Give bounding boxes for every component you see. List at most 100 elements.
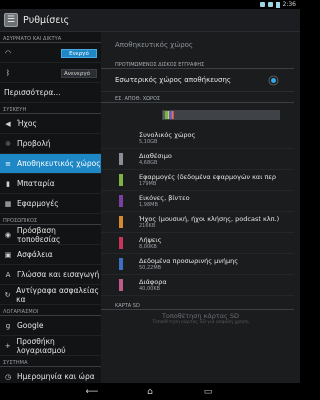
storage-usage-bar [162, 110, 280, 120]
storage-row-text: Διάφορα 40,00KB [139, 278, 167, 293]
storage-label: Ήχος (μουσική, ήχοι κλήσης, podcast κλπ.… [139, 214, 280, 223]
section-header: ΛΟΓΑΡΙΑΣΜΟΙ [0, 305, 101, 316]
storage-value: 8,00KB [139, 243, 157, 250]
usage-free-segment [174, 111, 279, 119]
page-title: Αποθηκευτικός χώρος [115, 41, 194, 49]
sidebar-item[interactable]: Περισσότερα... [0, 83, 101, 103]
sidebar-item[interactable]: ◉ Πρόσβαση τοποθεσίας [0, 225, 101, 245]
storage-row[interactable]: Διάφορα 40,00KB [101, 275, 294, 296]
sidebar-item[interactable]: g Google [0, 316, 101, 336]
sidebar-item[interactable]: ◠ Ενεργό [0, 43, 101, 63]
storage-label: Διαθέσιμο [139, 151, 172, 160]
default-disk-header: ΠΡΟΤΙΜΩΜΕΝΟΣ ΔΙΣΚΟΣ ΕΓΓΡΑΦΗΣ [101, 58, 294, 69]
storage-row-text: Εφαρμογές (δεδομένα εφαρμογών και περ 179… [139, 173, 276, 188]
storage-value: 1,98MB [139, 201, 158, 208]
storage-label: Εφαρμογές (δεδομένα εφαρμογών και περ [139, 172, 277, 181]
status-bar: 2:36 [0, 0, 300, 9]
sidebar-item-label: Προβολή [17, 139, 51, 148]
storage-row-text: Συνολικός χώρος 5,10GB [139, 131, 195, 146]
clock-icon: ◷ [4, 372, 12, 381]
sidebar-item[interactable]: ☼ Προβολή [0, 134, 101, 154]
storage-row-text: Δεδομένα προσωρινής μνήμης 50,22MB [139, 257, 238, 272]
sidebar-item[interactable]: ▣ Ασφάλεια [0, 245, 101, 265]
sidebar-item-label: Ασφάλεια [17, 250, 53, 259]
sidebar-item-label: Προσθήκη λογαριασμού [16, 336, 66, 355]
sidebar-item[interactable]: ≡ Αποθηκευτικός χώρος [0, 154, 101, 174]
settings-sidebar: ΑΣΥΡΜΑΤΟ ΚΑΙ ΔΙΚΤΥΑ ◠ Ενεργό ᛒ Ανενεργό Περισ… [0, 32, 101, 383]
sidebar-item[interactable]: ᛒ Ανενεργό [0, 63, 101, 83]
mount-sd-title: Τοποθέτηση κάρτας SD [161, 311, 240, 320]
storage-row-text: Λήψεις 8,00KB [139, 236, 161, 251]
storage-label: Συνολικός χώρος [139, 130, 196, 139]
storage-icon: ≡ [5, 159, 11, 168]
sidebar-item-label: Πρόσβαση τοποθεσίας [16, 225, 61, 244]
sidebar-item[interactable]: ◀ Ήχος [0, 114, 101, 134]
recents-button[interactable]: ▭ [201, 387, 215, 397]
sidebar-item-label: Περισσότερα... [4, 88, 61, 97]
settings-app-icon[interactable]: ☰ [4, 13, 18, 27]
default-disk-label: Εσωτερικός χώρος αποθήκευσης [115, 76, 232, 84]
google-icon: g [5, 321, 11, 330]
sidebar-item[interactable]: ▦ Εφαρμογές [0, 194, 101, 214]
section-header: ΠΡΟΣΩΠΙΚΟΣ [0, 214, 101, 225]
storage-label: Δεδομένα προσωρινής μνήμης [139, 256, 239, 265]
storage-row[interactable]: Δεδομένα προσωρινής μνήμης 50,22MB [101, 254, 294, 275]
storage-label: Διάφορα [139, 277, 167, 286]
toggle-switch[interactable]: Ενεργό [61, 49, 97, 58]
back-button[interactable]: ⟵ [85, 387, 99, 397]
sidebar-item-label: Ήχος [17, 119, 37, 128]
color-swatch [119, 258, 123, 270]
clock-text: 2:36 [282, 1, 296, 8]
language-icon: A [5, 270, 11, 279]
sidebar-item[interactable]: + Προσθήκη λογαριασμού [0, 336, 101, 356]
storage-list: Συνολικός χώρος 5,10GB Διαθέσιμο 4,68GB Εφαρ… [101, 128, 300, 296]
storage-value: 40,00KB [139, 285, 161, 292]
storage-row[interactable]: Εικόνες, βίντεο 1,98MB [101, 191, 294, 212]
storage-value: 50,22MB [139, 264, 162, 271]
storage-value: 216KB [139, 222, 156, 229]
storage-label: Εικόνες, βίντεο [139, 193, 190, 202]
mount-sd-button[interactable]: Τοποθέτηση κάρτας SD Τοποθέτηση κάρτας S… [101, 310, 300, 326]
storage-value: 4,68GB [139, 159, 158, 166]
sidebar-item-label: Αποθηκευτικός χώρος [17, 159, 101, 168]
section-header: ΑΣΥΡΜΑΤΟ ΚΑΙ ΔΙΚΤΥΑ [0, 32, 101, 43]
internal-storage-header: ΕΣ. ΑΠΟΘ. ΧΩΡΟΣ [101, 92, 294, 103]
storage-row[interactable]: Εφαρμογές (δεδομένα εφαρμογών και περ 179… [101, 170, 294, 191]
storage-pane: Αποθηκευτικός χώρος ΠΡΟΤΙΜΩΜΕΝΟΣ ΔΙΣΚΟΣ … [101, 32, 300, 383]
color-swatch [119, 153, 123, 165]
sidebar-item-label: Google [17, 321, 44, 330]
sidebar-item-label: Αντίγραφα ασφαλείας κα [16, 285, 99, 304]
sidebar-item-label: Ημερομηνία και ώρα [17, 372, 95, 381]
storage-row: Συνολικός χώρος 5,10GB [101, 128, 294, 149]
wifi-icon: ◠ [4, 48, 12, 57]
storage-row[interactable]: Λήψεις 8,00KB [101, 233, 294, 254]
wifi-signal-icon [267, 2, 273, 7]
section-header: ΣΥΣΚΕΥΗ [0, 103, 101, 114]
storage-row[interactable]: Διαθέσιμο 4,68GB [101, 149, 294, 170]
sidebar-item[interactable]: ↻ Αντίγραφα ασφαλείας κα [0, 285, 101, 305]
sidebar-item[interactable]: ▮ Μπαταρία [0, 174, 101, 194]
color-swatch [119, 279, 123, 291]
color-swatch [119, 132, 123, 144]
app-title: Ρυθμίσεις [23, 14, 70, 26]
home-button[interactable]: ⌂ [143, 387, 157, 397]
radio-selected-icon[interactable] [271, 78, 276, 83]
display-icon: ☼ [4, 139, 12, 148]
storage-row[interactable]: Ήχος (μουσική, ήχοι κλήσης, podcast κλπ.… [101, 212, 294, 233]
action-bar: ☰ Ρυθμίσεις [0, 9, 300, 32]
storage-row-text: Διαθέσιμο 4,68GB [139, 152, 172, 167]
storage-value: 179MB [139, 180, 157, 187]
add-icon: + [4, 341, 11, 350]
navigation-bar: ⟵ ⌂ ▭ [0, 383, 300, 400]
color-swatch [119, 216, 123, 228]
color-swatch [119, 174, 123, 186]
battery-icon: ▮ [6, 179, 10, 188]
section-header: ΣΥΣΤΗΜΑ [0, 356, 101, 367]
toggle-switch[interactable]: Ανενεργό [61, 69, 97, 78]
sidebar-item[interactable]: A Γλώσσα και εισαγωγή [0, 265, 101, 285]
mount-sd-subtitle: Τοποθέτηση κάρτας SD για ασφαλή χρήση [152, 319, 249, 325]
sound-icon: ◀ [5, 119, 11, 128]
storage-label: Λήψεις [139, 235, 162, 244]
default-disk-option[interactable]: Εσωτερικός χώρος αποθήκευσης [101, 69, 294, 92]
sidebar-item[interactable]: ◷ Ημερομηνία και ώρα [0, 367, 101, 383]
